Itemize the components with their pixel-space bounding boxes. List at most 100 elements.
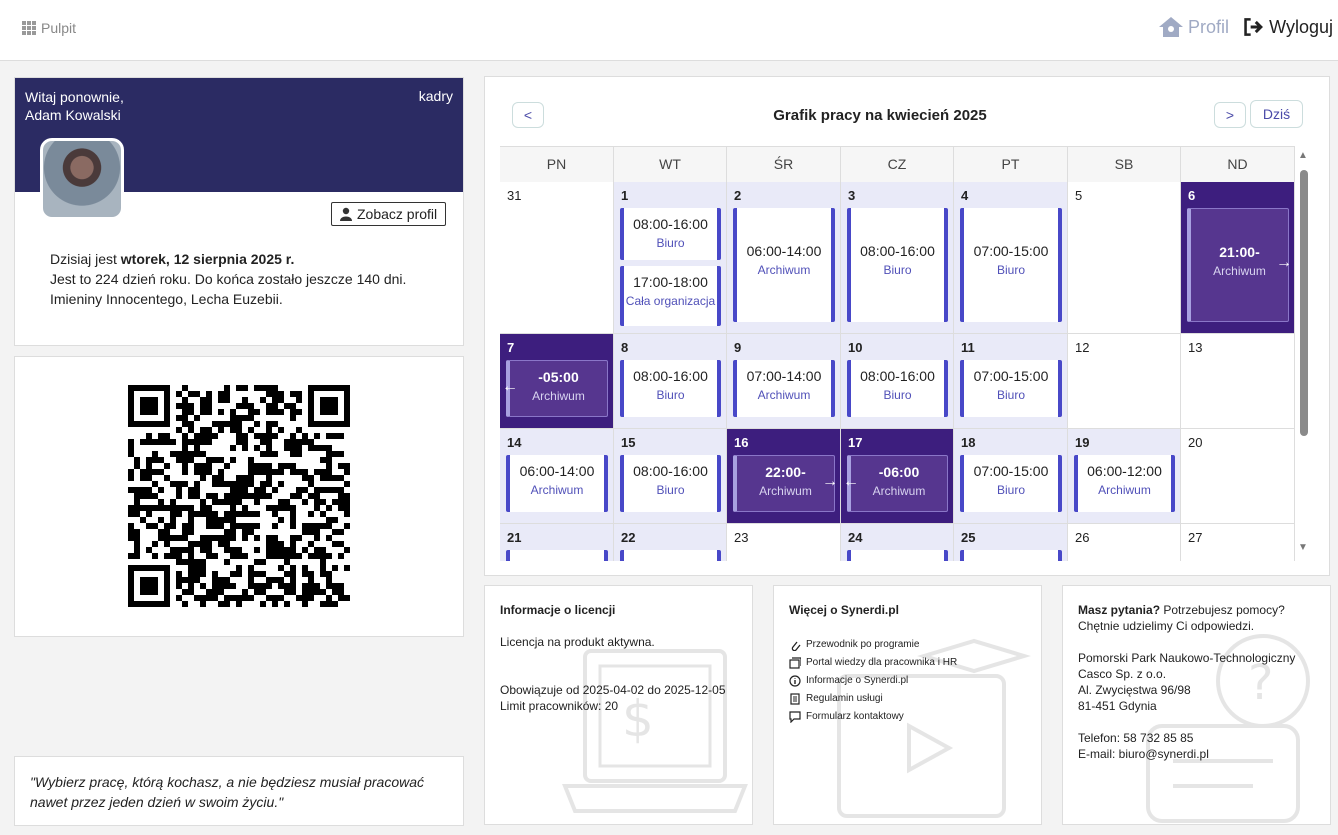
calendar-day[interactable]: 16 22:00- Archiwum → [727,429,841,524]
calendar-scrollbar[interactable]: ▲ ▼ [1298,150,1310,556]
more-link[interactable]: Informacje o Synerdi.pl [789,672,957,690]
day-number: 12 [1075,340,1090,355]
calendar-day[interactable]: 10 08:00-16:00 Biuro [841,334,954,429]
profil-link[interactable]: Profil [1158,16,1229,38]
greeting: Witaj ponownie, Adam Kowalski [25,88,124,124]
more-link[interactable]: Regulamin usługi [789,690,957,708]
calendar-day[interactable]: 15 08:00-16:00 Biuro [614,429,727,524]
shift-event[interactable]: 06:00-14:00 Archiwum [506,455,608,512]
shift-event[interactable] [620,550,721,561]
day-number: 19 [1075,435,1090,450]
shift-time: 21:00- [1219,244,1260,260]
license-valid: Obowiązuje od 2025-04-02 do 2025-12-05 [500,683,726,697]
calendar-day[interactable]: 3 08:00-16:00 Biuro [841,182,954,334]
shift-event[interactable]: 06:00-12:00 Archiwum [1074,455,1175,512]
calendar-day[interactable]: 25 [954,524,1068,561]
next-month-button[interactable]: > [1214,102,1246,128]
pulpit-label: Pulpit [41,20,77,36]
contact-info: Masz pytania? Potrzebujesz pomocy? Chętn… [1078,602,1318,762]
scrollbar-thumb[interactable] [1300,170,1308,436]
calendar-day[interactable]: 20 [1181,429,1295,524]
calendar-day[interactable]: 12 [1068,334,1181,429]
shift-location: Archiwum [757,263,811,277]
calendar-day[interactable]: 9 07:00-14:00 Archiwum [727,334,841,429]
calendar-day[interactable]: 13 [1181,334,1295,429]
shift-event[interactable]: 07:00-15:00 Biuro [960,455,1062,512]
arrow-left-icon: ← [843,472,859,490]
shift-event[interactable]: 07:00-15:00 Biuro [960,208,1062,322]
contact-email[interactable]: E-mail: biuro@synerdi.pl [1078,746,1318,762]
today-date: wtorek, 12 sierpnia 2025 r. [120,251,295,267]
more-links: Przewodnik po programie Portal wiedzy dla… [789,636,957,726]
shift-event[interactable]: 06:00-14:00 Archiwum [733,208,835,322]
contact-phone[interactable]: Telefon: 58 732 85 85 [1078,730,1318,746]
day-number: 3 [848,188,856,203]
date-info: Dzisiaj jest wtorek, 12 sierpnia 2025 r.… [50,249,406,309]
shift-event[interactable]: -06:00 Archiwum [847,455,948,512]
calendar-day[interactable]: 6 21:00- Archiwum → [1181,182,1295,334]
shift-event[interactable]: 21:00- Archiwum [1187,208,1289,322]
shift-event[interactable]: 07:00-15:00 Biuro [960,360,1062,417]
license-status: Licencja na produkt aktywna. [500,635,655,649]
logout-link[interactable]: Wyloguj [1243,16,1333,38]
scroll-down-icon[interactable]: ▼ [1298,542,1308,553]
shift-event[interactable]: 22:00- Archiwum [733,455,835,512]
today-prefix: Dzisiaj jest [50,251,121,267]
shift-event[interactable]: -05:00 Archiwum [506,360,608,417]
calendar-day[interactable]: 22 [614,524,727,561]
calendar-day[interactable]: 21 [500,524,614,561]
day-number: 20 [1188,435,1203,450]
shift-event[interactable]: 08:00-16:00 Biuro [847,208,948,322]
more-link-label: Regulamin usługi [806,693,883,704]
more-link[interactable]: Przewodnik po programie [789,636,957,654]
shift-event[interactable] [847,550,948,561]
shift-location: Biuro [996,483,1025,497]
shift-event[interactable]: 08:00-16:00 Biuro [620,455,721,512]
shift-time: 07:00-15:00 [973,463,1049,479]
calendar-day[interactable]: 26 [1068,524,1181,561]
shift-location: Archiwum [872,484,926,498]
shift-location: Biuro [656,483,685,497]
calendar-day[interactable]: 7 -05:00 Archiwum ← [500,334,614,429]
shift-time: 06:00-14:00 [746,243,822,259]
day-number: 9 [734,340,742,355]
calendar-day[interactable]: 24 [841,524,954,561]
calendar-day[interactable]: 1 08:00-16:00 Biuro 17:00-18:00 Cała organiz… [614,182,727,334]
scroll-up-icon[interactable]: ▲ [1298,150,1308,161]
more-link[interactable]: Portal wiedzy dla pracownika i HR [789,654,957,672]
calendar-day[interactable]: 11 07:00-15:00 Biuro [954,334,1068,429]
day-number: 27 [1188,530,1203,545]
prev-month-button[interactable]: < [512,102,544,128]
day-number: 6 [1188,188,1196,203]
shift-event[interactable]: 08:00-16:00 Biuro [620,360,721,417]
pulpit-link[interactable]: Pulpit [22,20,76,36]
shift-event[interactable]: 17:00-18:00 Cała organizacja [620,266,721,326]
shift-location: Biuro [996,388,1025,402]
shift-time: 17:00-18:00 [633,274,708,290]
shift-event[interactable]: 08:00-16:00 Biuro [847,360,948,417]
more-title: Więcej o Synerdi.pl [789,603,899,617]
day-number: 14 [507,435,522,450]
calendar-day[interactable]: 14 06:00-14:00 Archiwum [500,429,614,524]
shift-event[interactable] [506,550,608,561]
calendar-day[interactable]: 19 06:00-12:00 Archiwum [1068,429,1181,524]
calendar-day[interactable]: 5 [1068,182,1181,334]
weekday-header: PN WT ŚR CZ PT SB ND [500,147,1295,182]
shift-location: Biuro [996,263,1025,277]
more-link[interactable]: Formularz kontaktowy [789,708,957,726]
calendar-title: Grafik pracy na kwiecień 2025 [773,107,987,124]
shift-event[interactable]: 08:00-16:00 Biuro [620,208,721,260]
today-button[interactable]: Dziś [1250,100,1303,128]
calendar-day[interactable]: 2 06:00-14:00 Archiwum [727,182,841,334]
shift-event[interactable] [960,550,1062,561]
calendar-day[interactable]: 18 07:00-15:00 Biuro [954,429,1068,524]
shift-location: Archiwum [532,389,585,403]
calendar-day[interactable]: 23 [727,524,841,561]
calendar-day[interactable]: 17 -06:00 Archiwum ← [841,429,954,524]
calendar-day[interactable]: 8 08:00-16:00 Biuro [614,334,727,429]
shift-event[interactable]: 07:00-14:00 Archiwum [733,360,835,417]
calendar-day[interactable]: 27 [1181,524,1295,561]
calendar-day[interactable]: 31 [500,182,614,334]
calendar-day[interactable]: 4 07:00-15:00 Biuro [954,182,1068,334]
see-profile-button[interactable]: Zobacz profil [331,202,447,226]
